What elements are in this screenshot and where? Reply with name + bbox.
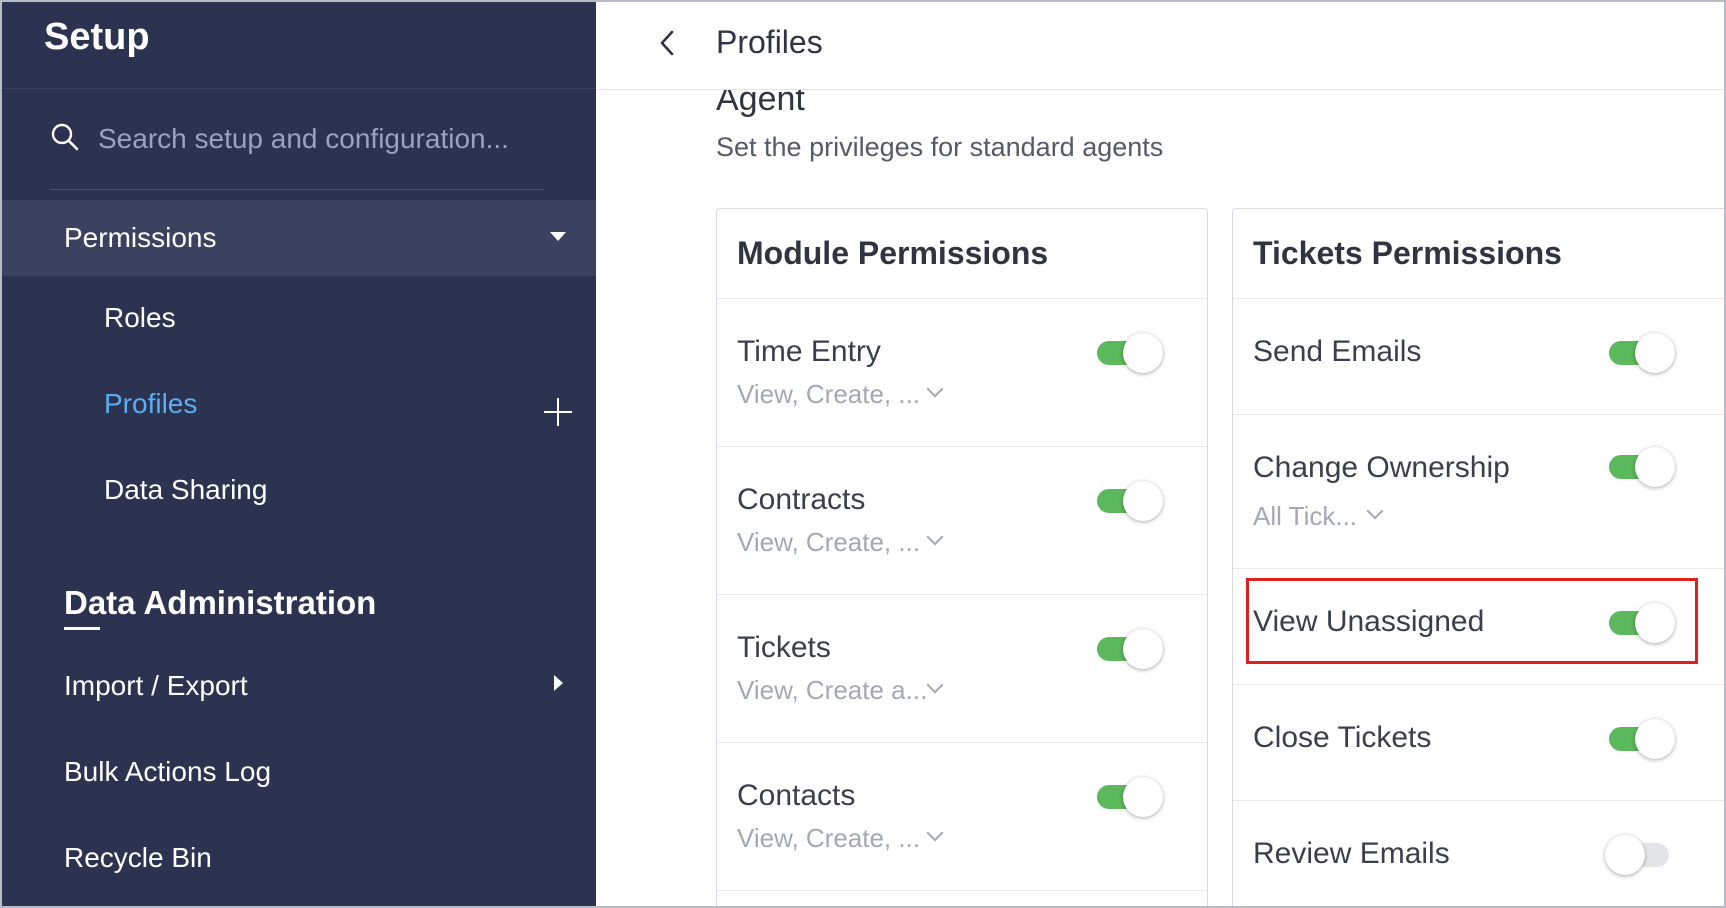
app-window: Setup Permissions Roles Profiles Data Sh… [0,0,1726,908]
caret-right-icon [554,675,563,691]
permission-label: Time Entry [737,335,881,368]
permission-toggle[interactable] [1605,835,1671,875]
permission-toggle[interactable] [1609,719,1675,759]
list-item: Send Emails [1233,299,1724,415]
main-content: Profiles Agent Set the privileges for st… [596,2,1724,906]
permission-toggle[interactable] [1097,481,1163,521]
permission-dropdown[interactable]: View, Create, ... [737,379,920,410]
page-title: Profiles [716,24,823,60]
search-icon [51,123,79,151]
permission-toggle[interactable] [1609,603,1675,643]
sidebar-search [50,120,544,190]
module-permissions-card: Module Permissions Time Entry View, Crea… [716,208,1208,906]
permission-toggle[interactable] [1609,447,1675,487]
back-arrow-icon[interactable] [656,28,680,58]
page-header: Profiles [596,2,1724,90]
list-item: Contracts View, Create, ... [717,447,1207,595]
sidebar-item-roles[interactable]: Roles [104,302,176,334]
list-item: Close Tickets [1233,685,1724,801]
sidebar-item-bulk-actions-log[interactable]: Bulk Actions Log [64,756,271,788]
sidebar-item-data-sharing[interactable]: Data Sharing [104,474,267,506]
card-header: Tickets Permissions [1233,209,1724,299]
search-input[interactable] [98,120,538,158]
list-item: View Unassigned [1233,569,1724,685]
list-item: Time Entry View, Create, ... [717,299,1207,447]
permission-dropdown[interactable]: View, Create, ... [737,527,920,558]
permission-label: Contacts [737,779,856,812]
permission-label: Send Emails [1253,335,1422,368]
list-item: Review Emails [1233,801,1724,906]
sidebar-item-profiles[interactable]: Profiles [104,388,197,420]
permission-label: Contracts [737,483,866,516]
permission-dropdown[interactable]: View, Create a... [737,675,927,706]
permission-label: Review Emails [1253,837,1450,870]
permission-label: Change Ownership [1253,451,1510,484]
caret-down-icon [550,232,566,241]
list-item: Change Ownership All Tick... [1233,415,1724,569]
sidebar-title: Setup [44,16,150,58]
tickets-permissions-card: Tickets Permissions Send Emails Change O… [1232,208,1724,906]
card-title: Tickets Permissions [1253,235,1562,271]
card-header: Module Permissions [717,209,1207,299]
permission-toggle[interactable] [1097,777,1163,817]
sidebar-item-permissions[interactable]: Permissions [2,200,596,276]
section-underline [64,627,100,630]
permission-label: Tickets [737,631,831,664]
permission-dropdown[interactable]: All Tick... [1253,501,1357,532]
sidebar-item-recycle-bin[interactable]: Recycle Bin [64,842,212,874]
list-item: Tickets View, Create a... [717,595,1207,743]
sidebar-item-label: Permissions [64,222,217,253]
chevron-down-icon[interactable] [1366,502,1384,520]
chevron-down-icon[interactable] [926,824,944,842]
chevron-down-icon[interactable] [926,528,944,546]
sidebar-item-import-export[interactable]: Import / Export [64,670,248,702]
profile-description: Set the privileges for standard agents [716,132,1164,162]
permission-toggle[interactable] [1609,333,1675,373]
card-title: Module Permissions [737,235,1049,271]
sidebar-section-title: Data Administration [64,584,377,621]
chevron-down-icon[interactable] [926,676,944,694]
permission-dropdown[interactable]: View, Create, ... [737,823,920,854]
chevron-down-icon[interactable] [926,380,944,398]
list-item: Contacts View, Create, ... [717,743,1207,891]
add-profile-icon[interactable] [544,398,572,426]
sidebar-divider [2,88,596,89]
permission-toggle[interactable] [1097,333,1163,373]
permission-label: View Unassigned [1253,605,1485,638]
permission-label: Close Tickets [1253,721,1432,754]
setup-sidebar: Setup Permissions Roles Profiles Data Sh… [2,2,596,906]
permission-toggle[interactable] [1097,629,1163,669]
